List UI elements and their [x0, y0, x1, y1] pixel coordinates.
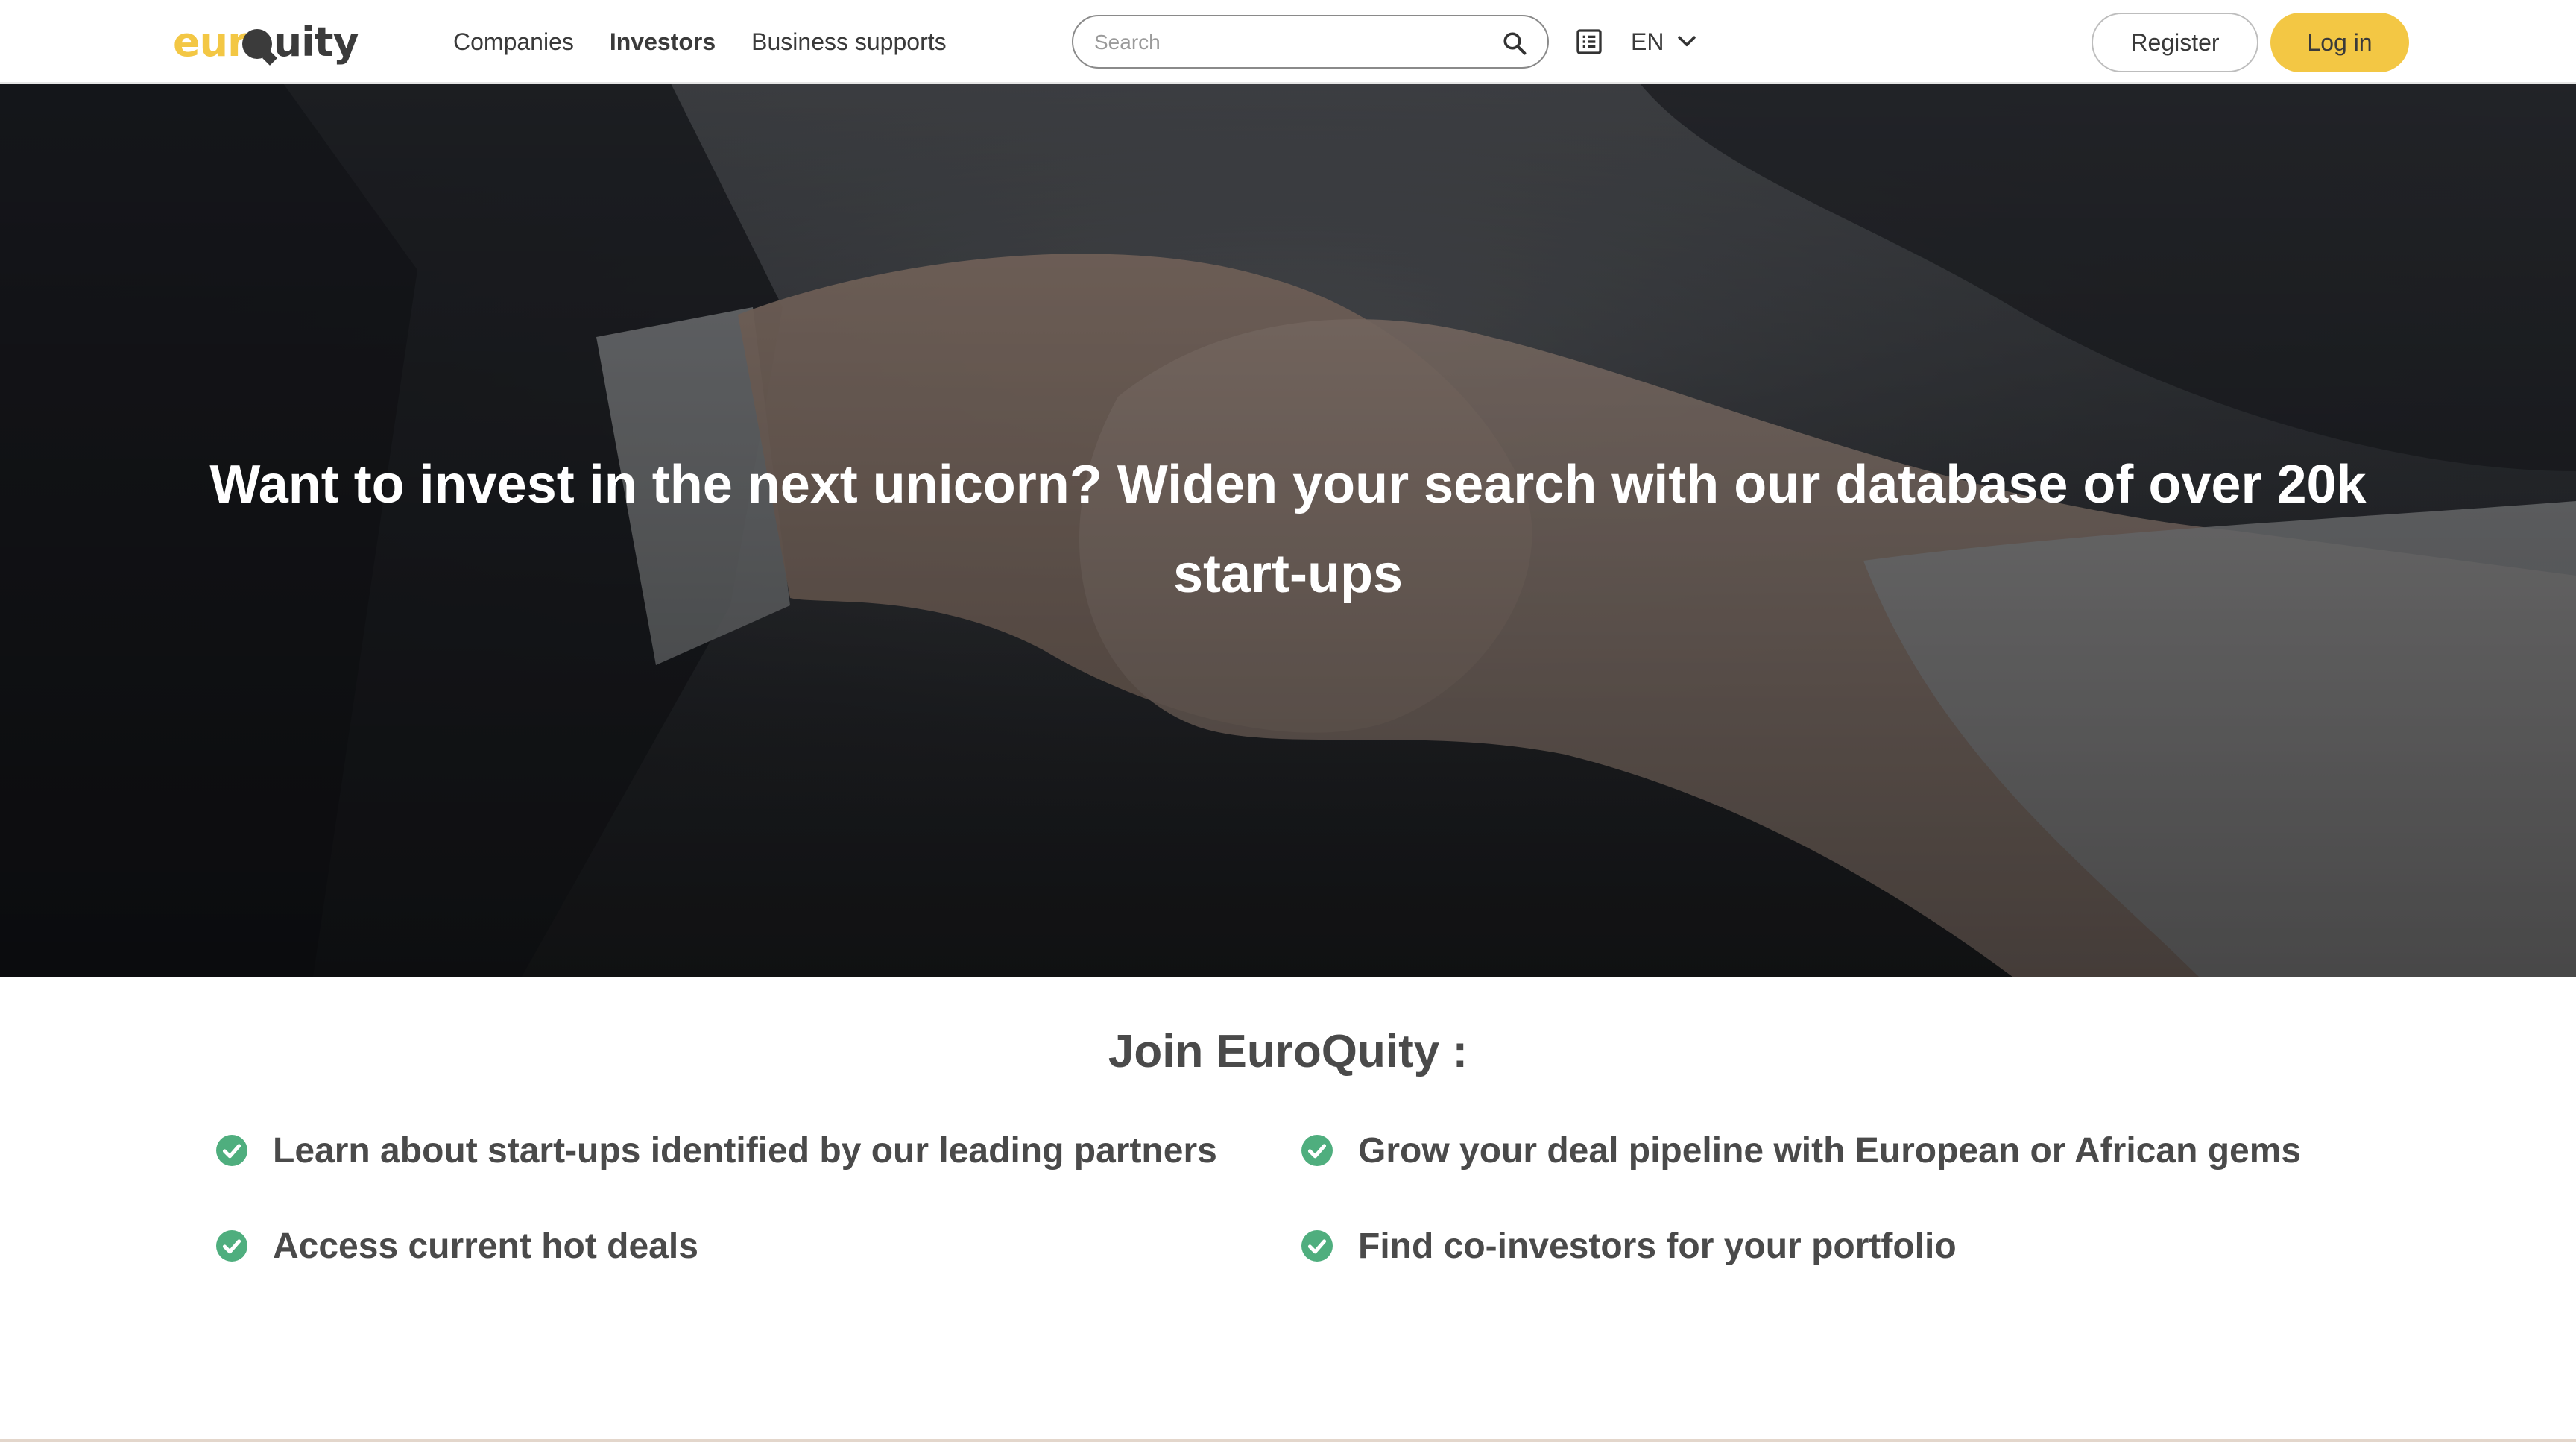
- language-label: EN: [1631, 28, 1664, 55]
- nav-item-business-supports[interactable]: Business supports: [751, 25, 946, 58]
- euroquity-logo[interactable]: eur uity: [173, 16, 359, 69]
- page-bottom-edge: [0, 1439, 2576, 1442]
- logo-text-quity: uity: [273, 19, 359, 66]
- hero-banner: Want to invest in the next unicorn? Wide…: [0, 84, 2576, 977]
- benefit-text: Grow your deal pipeline with European or…: [1358, 1130, 2302, 1171]
- main-nav: Companies Investors Business supports: [453, 0, 982, 84]
- register-button[interactable]: Register: [2092, 13, 2258, 72]
- nav-item-investors[interactable]: Investors: [609, 25, 716, 58]
- nav-item-label: Companies: [453, 28, 574, 55]
- login-button[interactable]: Log in: [2270, 13, 2409, 72]
- benefit-item: Find co-investors for your portfolio: [1301, 1220, 1957, 1272]
- search-icon[interactable]: [1501, 30, 1528, 57]
- chevron-down-icon: [1678, 36, 1696, 47]
- check-circle-icon: [1301, 1230, 1333, 1262]
- top-navbar: eur uity Companies Investors Business su…: [0, 0, 2576, 84]
- benefit-text: Learn about start-ups identified by our …: [273, 1130, 1217, 1171]
- check-circle-icon: [216, 1135, 247, 1166]
- nav-item-companies[interactable]: Companies: [453, 25, 574, 58]
- benefit-text: Access current hot deals: [273, 1226, 698, 1266]
- nav-item-label: Investors: [609, 28, 716, 55]
- nav-item-label: Business supports: [751, 28, 947, 55]
- hero-title: Want to invest in the next unicorn? Wide…: [209, 455, 2367, 604]
- logo-text-euro: eur: [173, 19, 247, 66]
- benefit-text: Find co-investors for your portfolio: [1358, 1226, 1957, 1266]
- join-section-title: Join EuroQuity :: [1108, 1026, 1468, 1077]
- benefit-item: Access current hot deals: [216, 1220, 698, 1272]
- logo-q-bubble-icon: [242, 29, 272, 59]
- benefit-item: Grow your deal pipeline with European or…: [1301, 1124, 2301, 1177]
- check-circle-icon: [216, 1230, 247, 1262]
- benefit-item: Learn about start-ups identified by our …: [216, 1124, 1217, 1177]
- search-box: [1072, 15, 1549, 69]
- language-selector[interactable]: EN: [1631, 25, 1699, 58]
- search-input[interactable]: [1093, 27, 1483, 58]
- list-icon[interactable]: [1574, 27, 1604, 57]
- check-circle-icon: [1301, 1135, 1333, 1166]
